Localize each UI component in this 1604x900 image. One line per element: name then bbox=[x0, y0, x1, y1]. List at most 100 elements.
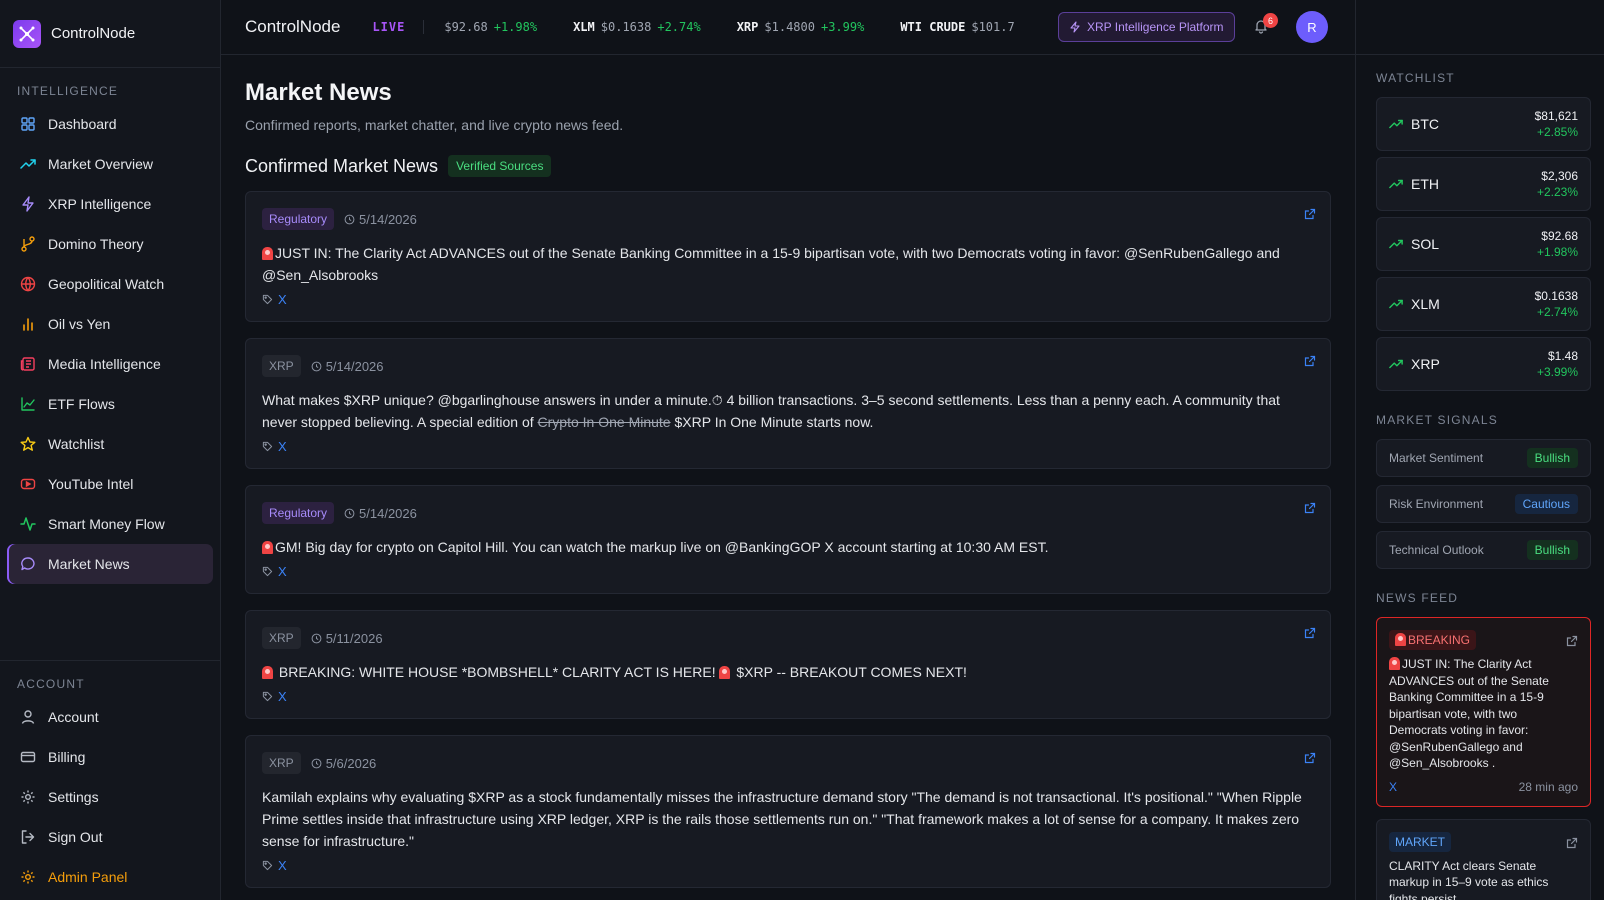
watchlist-item-btc[interactable]: BTC $81,621 +2.85% bbox=[1376, 97, 1591, 151]
news-feed: BREAKING JUST IN: The Clarity Act ADVANCE… bbox=[1376, 617, 1591, 900]
watchlist-item-sol[interactable]: SOL $92.68 +1.98% bbox=[1376, 217, 1591, 271]
tag-icon bbox=[262, 294, 273, 305]
right-panel-header bbox=[1356, 0, 1604, 55]
news-source: X bbox=[262, 858, 1314, 873]
news-list: Regulatory 5/14/2026 JUST IN: The Clarity … bbox=[245, 191, 1331, 888]
notifications-button[interactable]: 6 bbox=[1253, 13, 1278, 39]
main-area: ControlNode LIVE $92.68 +1.98% XLM $0.1638 +… bbox=[221, 0, 1355, 900]
clock-icon bbox=[344, 508, 355, 519]
watchlist-item-eth[interactable]: ETH $2,306 +2.23% bbox=[1376, 157, 1591, 211]
ticker-price: $0.1638 bbox=[600, 20, 652, 34]
sidebar-item-etf-flows[interactable]: ETF Flows bbox=[7, 384, 213, 424]
news-date: 5/6/2026 bbox=[311, 755, 377, 771]
gear-icon bbox=[20, 789, 36, 805]
trending-up-icon bbox=[1389, 237, 1403, 251]
siren-icon bbox=[1389, 657, 1400, 670]
watchlist-values: $2,306 +2.23% bbox=[1537, 169, 1578, 199]
sidebar-item-geopolitical-watch[interactable]: Geopolitical Watch bbox=[7, 264, 213, 304]
news-text-part: BREAKING: WHITE HOUSE *BOMBSHELL* CLARIT… bbox=[275, 664, 720, 680]
ticker-item: WTI CRUDE $101.7 bbox=[900, 20, 1020, 34]
sidebar-item-smart-money-flow[interactable]: Smart Money Flow bbox=[7, 504, 213, 544]
news-date-text: 5/6/2026 bbox=[325, 755, 377, 771]
sidebar-item-watchlist[interactable]: Watchlist bbox=[7, 424, 213, 464]
watchlist-item-xlm[interactable]: XLM $0.1638 +2.74% bbox=[1376, 277, 1591, 331]
sidebar-item-label: Geopolitical Watch bbox=[48, 276, 165, 292]
signal-name: Risk Environment bbox=[1389, 497, 1484, 511]
external-link-icon[interactable] bbox=[1304, 751, 1316, 769]
sidebar-item-xrp-intelligence[interactable]: XRP Intelligence bbox=[7, 184, 213, 224]
trending-up-icon bbox=[1389, 117, 1403, 131]
verified-badge: Verified Sources bbox=[448, 155, 552, 177]
sidebar-item-account[interactable]: Account bbox=[7, 697, 213, 737]
news-text: Kamilah explains why evaluating $XRP as … bbox=[262, 786, 1314, 852]
sidebar-item-label: Sign Out bbox=[48, 829, 103, 845]
watchlist-item-xrp[interactable]: XRP $1.48 +3.99% bbox=[1376, 337, 1591, 391]
news-date-text: 5/14/2026 bbox=[359, 211, 417, 227]
news-card: Regulatory 5/14/2026 GM! Big day for crypt… bbox=[245, 485, 1331, 594]
sidebar-item-media-intelligence[interactable]: Media Intelligence bbox=[7, 344, 213, 384]
content: Market News Confirmed reports, market ch… bbox=[221, 55, 1355, 900]
brand[interactable]: ControlNode bbox=[0, 0, 220, 68]
news-source-link[interactable]: X bbox=[278, 564, 287, 579]
account-nav: Account Billing Settings Sign Out Admin Pane… bbox=[0, 697, 220, 897]
news-feed-card[interactable]: MARKET CLARITY Act clears Senate markup i… bbox=[1376, 818, 1591, 900]
watchlist-symbol: ETH bbox=[1411, 176, 1439, 192]
tag-icon bbox=[262, 860, 273, 871]
bolt-icon bbox=[1070, 21, 1080, 33]
sidebar-item-label: Domino Theory bbox=[48, 236, 144, 252]
news-card: Regulatory 5/14/2026 JUST IN: The Clarity … bbox=[245, 191, 1331, 322]
sidebar-item-youtube-intel[interactable]: YouTube Intel bbox=[7, 464, 213, 504]
sidebar-item-sign-out[interactable]: Sign Out bbox=[7, 817, 213, 857]
siren-icon bbox=[262, 541, 273, 554]
siren-icon bbox=[719, 666, 731, 679]
newspaper-icon bbox=[20, 356, 36, 372]
external-link-icon[interactable] bbox=[1304, 626, 1316, 644]
trending-up-icon bbox=[20, 156, 36, 172]
signal-value-badge: Bullish bbox=[1526, 448, 1578, 468]
feed-tag-badge: MARKET bbox=[1389, 831, 1452, 852]
news-source-link[interactable]: X bbox=[278, 689, 287, 704]
watchlist-values: $1.48 +3.99% bbox=[1537, 349, 1578, 379]
avatar[interactable]: R bbox=[1296, 11, 1328, 43]
sidebar-item-admin-panel[interactable]: Admin Panel bbox=[7, 857, 213, 897]
sidebar-item-market-news[interactable]: Market News bbox=[7, 544, 213, 584]
topbar: ControlNode LIVE $92.68 +1.98% XLM $0.1638 +… bbox=[221, 0, 1355, 55]
news-source-link[interactable]: X bbox=[278, 292, 287, 307]
ticker-symbol: WTI CRUDE bbox=[900, 20, 966, 34]
news-card: XRP 5/14/2026 What makes $XRP unique? @bga… bbox=[245, 338, 1331, 469]
external-link-icon[interactable] bbox=[1304, 501, 1316, 519]
watchlist-values: $92.68 +1.98% bbox=[1537, 229, 1578, 259]
news-text: What makes $XRP unique? @bgarlinghouse a… bbox=[262, 389, 1314, 433]
news-date-text: 5/11/2026 bbox=[325, 630, 383, 646]
sidebar-item-dashboard[interactable]: Dashboard bbox=[7, 104, 213, 144]
sidebar-item-domino-theory[interactable]: Domino Theory bbox=[7, 224, 213, 264]
news-text-body: Kamilah explains why evaluating $XRP as … bbox=[262, 789, 1302, 849]
feed-source-link[interactable]: X bbox=[1389, 780, 1397, 794]
watchlist-label: WATCHLIST bbox=[1376, 71, 1455, 85]
section-label-intelligence: INTELLIGENCE bbox=[17, 84, 119, 98]
right-panel: WATCHLIST BTC $81,621 +2.85% ETH $2,306 +2.23… bbox=[1355, 0, 1604, 900]
sidebar-item-label: Watchlist bbox=[48, 436, 105, 452]
ticker-symbol: XRP bbox=[736, 20, 759, 34]
sidebar-item-market-overview[interactable]: Market Overview bbox=[7, 144, 213, 184]
external-link-icon[interactable] bbox=[1566, 836, 1578, 854]
news-text: BREAKING: WHITE HOUSE *BOMBSHELL* CLARIT… bbox=[262, 661, 1314, 683]
section-title: Confirmed Market News bbox=[245, 155, 439, 176]
platform-button[interactable]: XRP Intelligence Platform bbox=[1058, 12, 1235, 42]
sidebar-item-billing[interactable]: Billing bbox=[7, 737, 213, 777]
news-feed-label: NEWS FEED bbox=[1376, 591, 1459, 605]
category-badge: Regulatory bbox=[262, 502, 335, 524]
sidebar-item-oil-vs-yen[interactable]: Oil vs Yen bbox=[7, 304, 213, 344]
news-card: XRP 5/6/2026 Kamilah explains why evaluati… bbox=[245, 735, 1331, 888]
news-text-body: GM! Big day for crypto on Capitol Hill. … bbox=[275, 539, 1049, 555]
ticker-change: +2.74% bbox=[657, 20, 701, 34]
external-link-icon[interactable] bbox=[1566, 634, 1578, 652]
news-feed-card[interactable]: BREAKING JUST IN: The Clarity Act ADVANCE… bbox=[1376, 617, 1591, 807]
external-link-icon[interactable] bbox=[1304, 354, 1316, 372]
watchlist-change: +2.74% bbox=[1536, 305, 1578, 319]
news-text-strike: Crypto In One Minute bbox=[537, 414, 671, 430]
news-source-link[interactable]: X bbox=[278, 858, 287, 873]
sidebar-item-settings[interactable]: Settings bbox=[7, 777, 213, 817]
external-link-icon[interactable] bbox=[1304, 207, 1316, 225]
news-source-link[interactable]: X bbox=[278, 439, 287, 454]
